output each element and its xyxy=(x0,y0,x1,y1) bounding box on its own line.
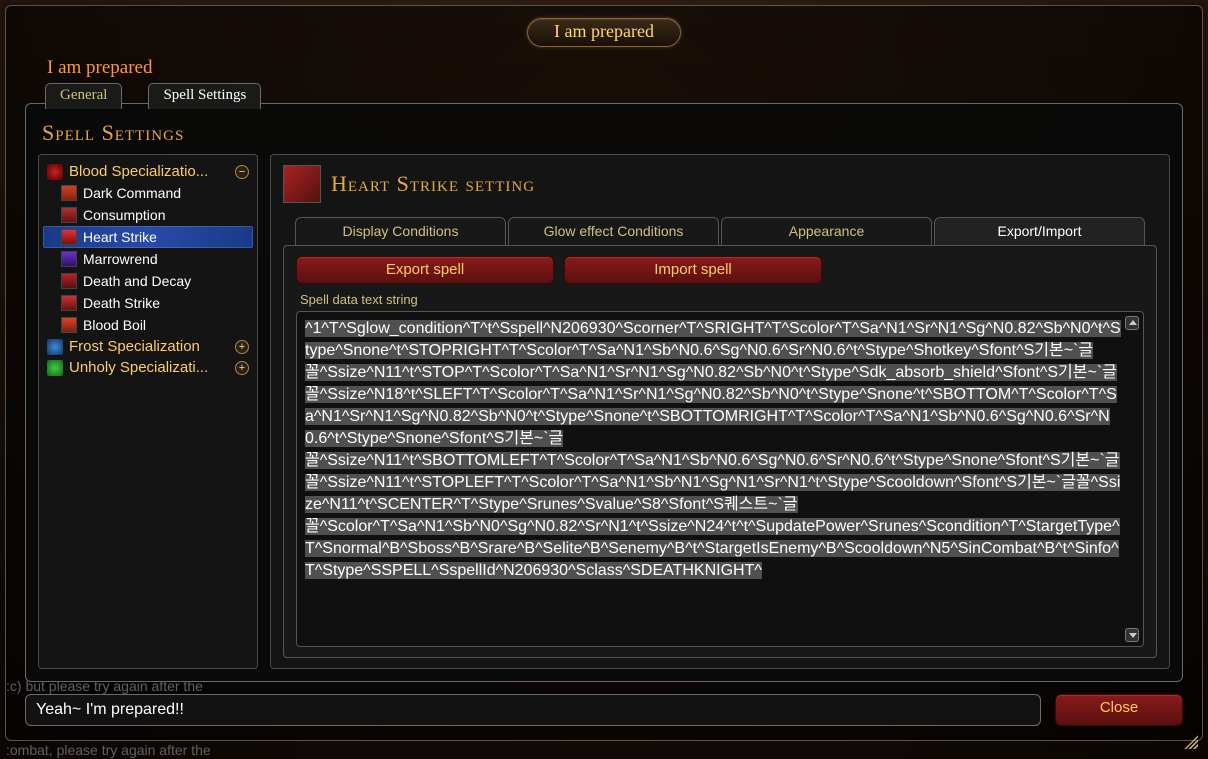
spell-label: Marrowrend xyxy=(83,251,158,267)
spell-icon xyxy=(61,251,77,267)
spell-label: Heart Strike xyxy=(83,229,157,245)
spell-label: Dark Command xyxy=(83,185,181,201)
spell-label: Death Strike xyxy=(83,295,160,311)
tab-glow-conditions[interactable]: Glow effect Conditions xyxy=(508,217,719,245)
tab-general[interactable]: General xyxy=(45,83,122,109)
bg-chat-line: :ombat, please try again after the xyxy=(6,742,211,758)
spell-icon xyxy=(61,185,77,201)
tab-spell-settings[interactable]: Spell Settings xyxy=(148,83,261,109)
import-spell-button[interactable]: Import spell xyxy=(564,256,822,284)
spec-unholy[interactable]: Unholy Specializati... + xyxy=(43,357,253,378)
panel-title: Spell Settings xyxy=(42,120,1170,146)
spell-icon xyxy=(61,229,77,245)
spec-blood[interactable]: Blood Specializatio... − xyxy=(43,161,253,182)
frost-spec-icon xyxy=(47,339,63,355)
resize-handle[interactable] xyxy=(1184,735,1198,749)
scroll-up-button[interactable] xyxy=(1125,316,1139,330)
scroll-down-button[interactable] xyxy=(1125,628,1139,642)
spell-string-label: Spell data text string xyxy=(300,292,1144,307)
spell-icon xyxy=(61,273,77,289)
main-title: Heart Strike setting xyxy=(331,171,535,197)
chat-input[interactable]: Yeah~ I'm prepared!! xyxy=(25,694,1041,726)
expand-icon[interactable]: + xyxy=(235,361,249,375)
spell-death-strike[interactable]: Death Strike xyxy=(43,292,253,314)
spell-death-and-decay[interactable]: Death and Decay xyxy=(43,270,253,292)
spec-frost[interactable]: Frost Specialization + xyxy=(43,336,253,357)
tab-appearance[interactable]: Appearance xyxy=(721,217,932,245)
spell-label: Blood Boil xyxy=(83,317,146,333)
spell-heart-strike[interactable]: Heart Strike xyxy=(43,226,253,248)
expand-icon[interactable]: + xyxy=(235,340,249,354)
tab-display-conditions[interactable]: Display Conditions xyxy=(295,217,506,245)
spell-label: Death and Decay xyxy=(83,273,191,289)
spell-string-input[interactable]: ^1^T^Sglow_condition^T^t^Sspell^N206930^… xyxy=(296,311,1144,647)
unholy-spec-icon xyxy=(47,360,63,376)
spell-icon xyxy=(61,317,77,333)
window-title: I am prepared xyxy=(527,18,681,47)
spell-icon xyxy=(61,295,77,311)
blood-spec-icon xyxy=(47,164,63,180)
spell-consumption[interactable]: Consumption xyxy=(43,204,253,226)
addon-title: I am prepared xyxy=(47,57,153,79)
export-spell-button[interactable]: Export spell xyxy=(296,256,554,284)
spell-string-text[interactable]: ^1^T^Sglow_condition^T^t^Sspell^N206930^… xyxy=(305,318,1121,582)
spell-marrowrend[interactable]: Marrowrend xyxy=(43,248,253,270)
collapse-icon[interactable]: − xyxy=(235,165,249,179)
spec-tree: Blood Specializatio... − Dark Command Co… xyxy=(38,154,258,669)
spell-label: Consumption xyxy=(83,207,166,223)
spec-label: Blood Specializatio... xyxy=(69,163,208,180)
spec-label: Unholy Specializati... xyxy=(69,359,208,376)
spell-icon xyxy=(61,207,77,223)
spell-blood-boil[interactable]: Blood Boil xyxy=(43,314,253,336)
tab-export-import[interactable]: Export/Import xyxy=(934,217,1145,245)
heart-strike-icon xyxy=(283,165,321,203)
spell-dark-command[interactable]: Dark Command xyxy=(43,182,253,204)
close-button[interactable]: Close xyxy=(1055,694,1183,726)
spec-label: Frost Specialization xyxy=(69,338,200,355)
